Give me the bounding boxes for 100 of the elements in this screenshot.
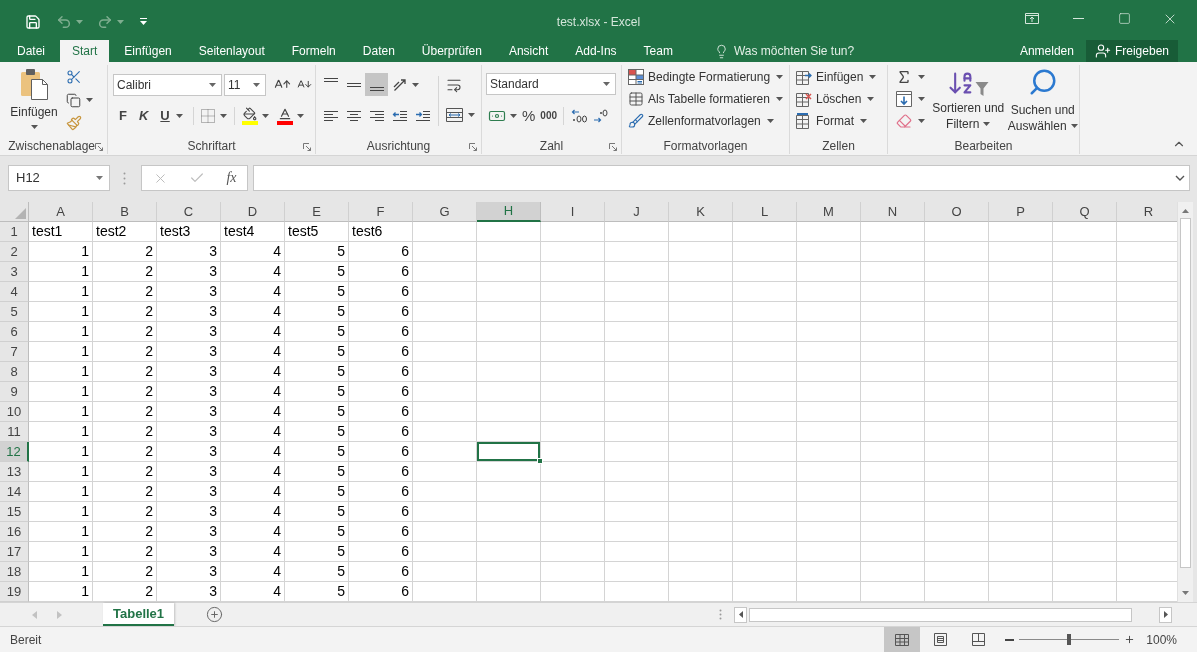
scroll-left-button[interactable] xyxy=(734,606,747,623)
align-bottom-button[interactable] xyxy=(365,73,388,96)
ribbon-tab[interactable]: Team xyxy=(631,40,685,62)
zoom-level-text[interactable]: 100% xyxy=(1146,630,1177,649)
ribbon-tab[interactable]: Daten xyxy=(350,40,407,62)
column-header[interactable]: J xyxy=(605,202,669,222)
ribbon-tab[interactable]: Seitenlayout xyxy=(186,40,277,62)
conditional-formatting-button[interactable]: Bedingte Formatierung xyxy=(628,66,789,88)
empty-cell xyxy=(413,402,477,422)
column-header[interactable]: O xyxy=(925,202,989,222)
paste-button[interactable]: Einfügen xyxy=(8,68,60,134)
column-header[interactable]: A xyxy=(29,202,93,222)
column-header[interactable]: F xyxy=(349,202,413,222)
row-header[interactable]: 8 xyxy=(0,362,29,382)
insert-function-button[interactable]: fx xyxy=(223,167,240,189)
sign-in-button[interactable]: Anmelden xyxy=(1009,40,1084,62)
share-button[interactable]: Freigeben xyxy=(1085,40,1178,62)
underline-button[interactable]: U xyxy=(154,104,189,127)
find-select-button[interactable]: Suchen und Auswählen xyxy=(1006,66,1079,134)
empty-cell xyxy=(989,462,1053,482)
format-as-table-button[interactable]: Als Tabelle formatieren xyxy=(628,88,789,110)
vertical-dots-icon[interactable] xyxy=(123,172,126,185)
dialog-launcher-icon[interactable] xyxy=(303,143,311,151)
sheet-tab[interactable]: Tabelle1 xyxy=(103,603,175,626)
row-header[interactable]: 12 xyxy=(0,442,29,462)
row-header[interactable]: 4 xyxy=(0,282,29,302)
row-header[interactable]: 5 xyxy=(0,302,29,322)
ribbon-tab[interactable]: Start xyxy=(60,40,110,62)
column-header[interactable]: E xyxy=(285,202,349,222)
expand-chevron-icon[interactable] xyxy=(1175,175,1185,181)
column-header[interactable]: G xyxy=(413,202,477,222)
row-header[interactable]: 18 xyxy=(0,562,29,582)
sort-filter-button[interactable]: Sortieren und Filtern xyxy=(930,66,1007,134)
row-header[interactable]: 7 xyxy=(0,342,29,362)
column-header[interactable]: C xyxy=(157,202,221,222)
cell-styles-button[interactable]: Zellenformatvorlagen xyxy=(628,110,789,132)
row-header[interactable]: 9 xyxy=(0,382,29,402)
column-header[interactable]: B xyxy=(93,202,157,222)
formula-input[interactable] xyxy=(253,165,1190,191)
row-header[interactable]: 16 xyxy=(0,522,29,542)
fill-handle[interactable] xyxy=(537,458,543,464)
scroll-up-arrow-icon[interactable] xyxy=(1182,209,1189,213)
column-header[interactable]: Q xyxy=(1053,202,1117,222)
empty-cell xyxy=(605,442,669,462)
column-header[interactable]: M xyxy=(797,202,861,222)
row-header[interactable]: 3 xyxy=(0,262,29,282)
font-size-field[interactable]: 11 xyxy=(224,73,266,96)
percent-button[interactable]: % xyxy=(519,104,539,127)
vertical-dots-icon[interactable] xyxy=(719,609,722,620)
italic-button[interactable]: K xyxy=(132,104,155,127)
row-header[interactable]: 2 xyxy=(0,242,29,262)
format-cells-button[interactable]: Format xyxy=(796,110,887,132)
column-header[interactable]: K xyxy=(669,202,733,222)
table-cell: 2 xyxy=(93,462,157,482)
dialog-launcher-icon[interactable] xyxy=(469,143,477,151)
row-header[interactable]: 15 xyxy=(0,502,29,522)
delete-cells-button[interactable]: Löschen xyxy=(796,88,887,110)
fill-button[interactable] xyxy=(893,88,928,110)
scroll-right-button[interactable] xyxy=(1159,606,1172,623)
ribbon-tab[interactable]: Add-Ins xyxy=(563,40,629,62)
column-header[interactable]: R xyxy=(1117,202,1177,222)
column-header[interactable]: H xyxy=(477,202,541,222)
ribbon-tab[interactable]: Ansicht xyxy=(496,40,561,62)
tell-me-field[interactable]: Was möchten Sie tun? xyxy=(733,41,860,61)
table-cell: 1 xyxy=(29,262,93,282)
row-header[interactable]: 17 xyxy=(0,542,29,562)
font-name-field[interactable]: Calibri xyxy=(113,73,222,96)
dialog-launcher-icon[interactable] xyxy=(95,143,103,151)
table-cell: 6 xyxy=(349,362,413,382)
scroll-down-arrow-icon[interactable] xyxy=(1182,591,1189,595)
scrollbar-thumb[interactable] xyxy=(1180,218,1191,568)
row-header[interactable]: 10 xyxy=(0,402,29,422)
row-header[interactable]: 14 xyxy=(0,482,29,502)
column-header[interactable]: P xyxy=(989,202,1053,222)
row-header[interactable]: 6 xyxy=(0,322,29,342)
ribbon-tab[interactable]: Formeln xyxy=(279,40,348,62)
column-header[interactable]: N xyxy=(861,202,925,222)
insert-cells-button[interactable]: Einfügen xyxy=(796,66,887,88)
bold-button[interactable]: F xyxy=(113,104,133,127)
column-header[interactable]: L xyxy=(733,202,797,222)
dialog-launcher-icon[interactable] xyxy=(609,143,617,151)
add-sheet-button[interactable] xyxy=(204,604,225,625)
zoom-slider-thumb[interactable] xyxy=(1067,634,1072,645)
thousands-separator-button[interactable]: 000 xyxy=(538,104,560,127)
name-box[interactable]: H12 xyxy=(8,165,110,191)
row-header[interactable]: 13 xyxy=(0,462,29,482)
row-header[interactable]: 11 xyxy=(0,422,29,442)
ribbon-tab[interactable]: Überprüfen xyxy=(409,40,494,62)
merge-cells-icon xyxy=(446,108,463,122)
ribbon-tab[interactable]: Einfügen xyxy=(112,40,184,62)
scrollbar-thumb[interactable] xyxy=(749,607,1132,622)
caret-icon xyxy=(175,113,183,118)
column-header[interactable]: D xyxy=(221,202,285,222)
ribbon-tab[interactable]: Datei xyxy=(5,40,57,62)
table-cell: 2 xyxy=(93,482,157,502)
column-header[interactable]: I xyxy=(541,202,605,222)
row-header[interactable]: 19 xyxy=(0,582,29,602)
number-format-field[interactable]: Standard xyxy=(486,73,616,95)
normal-view-button[interactable] xyxy=(884,627,921,652)
row-header[interactable]: 1 xyxy=(0,222,29,242)
